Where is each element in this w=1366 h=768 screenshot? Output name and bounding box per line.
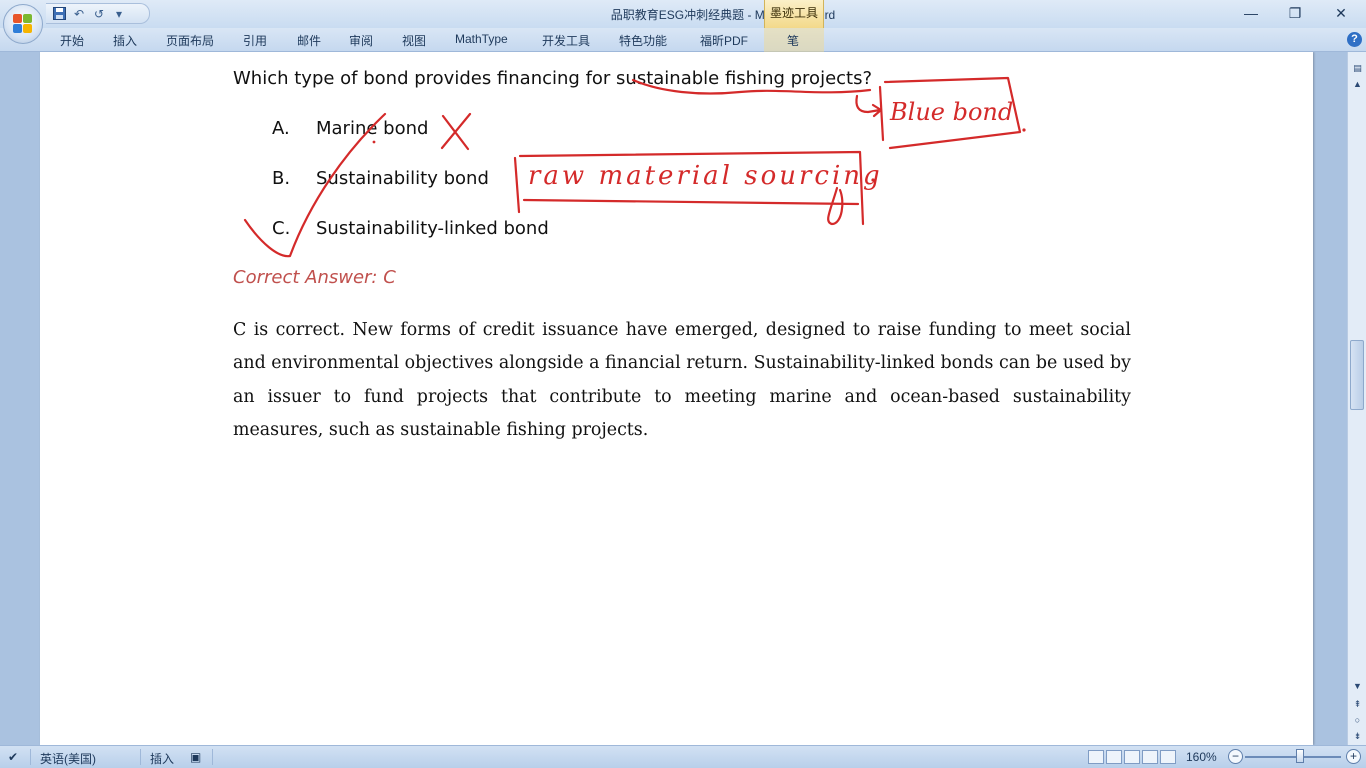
option-a-letter: A. — [272, 118, 290, 139]
tab-developer[interactable]: 开发工具 — [542, 32, 590, 49]
tab-mathtype[interactable]: MathType — [455, 32, 508, 46]
macro-record-icon[interactable]: ▣ — [190, 750, 201, 764]
tab-pen[interactable]: 笔 — [787, 32, 799, 49]
title-bar: ↶ ↺ ▾ 品职教育ESG冲刺经典题 - Microsoft Word 墨迹工具… — [0, 0, 1366, 28]
status-bar: ✔ 英语(美国) 插入 ▣ 160% − + — [0, 745, 1366, 768]
option-b-text: Sustainability bond — [316, 168, 489, 189]
zoom-out-button[interactable]: − — [1228, 749, 1243, 764]
ink-arrow — [855, 94, 883, 118]
web-layout-view-icon[interactable] — [1124, 750, 1140, 764]
explanation-paragraph: C is correct. New forms of credit issuan… — [233, 320, 1131, 440]
vertical-scrollbar[interactable]: ▤ ▲ ▼ ⇞ ○ ⇟ — [1347, 52, 1366, 745]
status-divider — [212, 749, 213, 765]
ink-box-blue-bond — [878, 76, 1022, 150]
option-c-text: Sustainability-linked bond — [316, 218, 549, 239]
status-divider — [140, 749, 141, 765]
tab-home[interactable]: 开始 — [60, 32, 84, 49]
option-b-letter: B. — [272, 168, 291, 189]
status-divider — [30, 749, 31, 765]
spelling-check-icon[interactable]: ✔ — [8, 750, 18, 764]
insert-mode-status[interactable]: 插入 — [150, 750, 174, 767]
draft-view-icon[interactable] — [1160, 750, 1176, 764]
tab-foxit-pdf[interactable]: 福昕PDF — [700, 32, 748, 49]
ink-cross-mark — [440, 112, 472, 151]
option-a-text: Marine bond — [316, 118, 429, 139]
ink-tools-context-tab: 墨迹工具 — [764, 0, 824, 28]
scroll-up-icon[interactable]: ▲ — [1349, 76, 1366, 92]
ink-note-raw-material: raw material sourcing — [528, 161, 883, 191]
ink-descender — [827, 186, 844, 226]
document-page[interactable]: Which type of bond provides financing fo… — [40, 52, 1313, 745]
tab-view[interactable]: 视图 — [402, 32, 426, 49]
language-status[interactable]: 英语(美国) — [40, 750, 96, 767]
document-area: Which type of bond provides financing fo… — [0, 52, 1347, 745]
option-c-letter: C. — [272, 218, 291, 239]
zoom-slider-thumb[interactable] — [1296, 749, 1304, 763]
zoom-in-button[interactable]: + — [1346, 749, 1361, 764]
previous-page-icon[interactable]: ⇞ — [1349, 696, 1366, 712]
office-button[interactable] — [3, 4, 43, 44]
tab-mailings[interactable]: 邮件 — [297, 32, 321, 49]
scroll-thumb[interactable] — [1350, 340, 1364, 410]
view-ruler-icon[interactable]: ▤ — [1349, 60, 1366, 76]
zoom-slider-track[interactable] — [1245, 756, 1341, 758]
outline-view-icon[interactable] — [1142, 750, 1158, 764]
office-logo-icon — [13, 14, 33, 34]
next-page-icon[interactable]: ⇟ — [1349, 728, 1366, 744]
ribbon-tabs: 开始 插入 页面布局 引用 邮件 审阅 视图 MathType 开发工具 特色功… — [0, 28, 1366, 52]
help-icon[interactable]: ? — [1347, 32, 1362, 47]
select-browse-object-icon[interactable]: ○ — [1349, 712, 1366, 728]
tab-review[interactable]: 审阅 — [349, 32, 373, 49]
close-button[interactable]: ✕ — [1318, 0, 1364, 26]
ink-box-raw-material — [513, 150, 865, 226]
tab-insert[interactable]: 插入 — [113, 32, 137, 49]
tab-features[interactable]: 特色功能 — [619, 32, 667, 49]
correct-answer: Correct Answer: C — [233, 267, 396, 288]
scroll-down-icon[interactable]: ▼ — [1349, 678, 1366, 694]
restore-button[interactable]: ❐ — [1272, 0, 1318, 26]
print-layout-view-icon[interactable] — [1088, 750, 1104, 764]
tab-references[interactable]: 引用 — [243, 32, 267, 49]
minimize-button[interactable]: — — [1228, 0, 1274, 26]
full-screen-reading-icon[interactable] — [1106, 750, 1122, 764]
ink-note-blue-bond: Blue bond — [889, 98, 1013, 126]
question-text: Which type of bond provides financing fo… — [233, 68, 873, 89]
tab-page-layout[interactable]: 页面布局 — [166, 32, 214, 49]
zoom-level[interactable]: 160% — [1186, 750, 1217, 764]
window-title: 品职教育ESG冲刺经典题 - Microsoft Word — [610, 8, 836, 22]
